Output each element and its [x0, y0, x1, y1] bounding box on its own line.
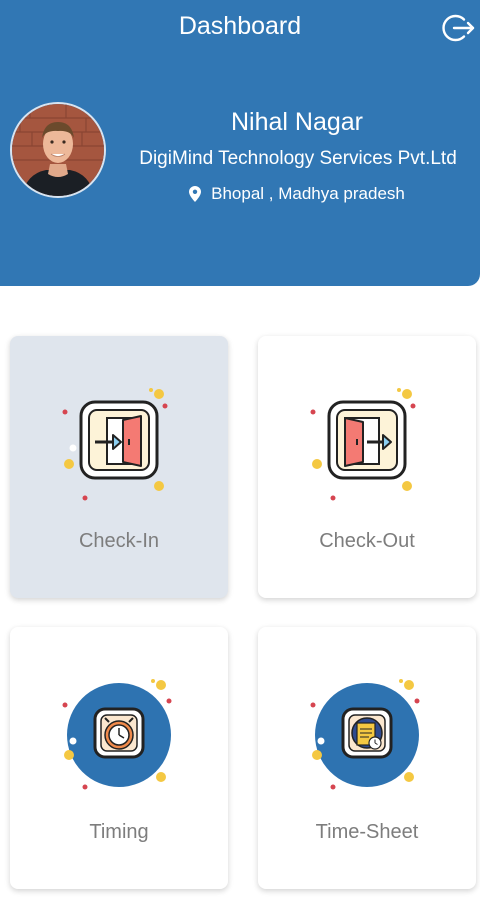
- check-in-door-icon: [62, 388, 168, 501]
- check-out-card[interactable]: Check-Out: [258, 336, 476, 598]
- location-text: Bhopal , Madhya pradesh: [211, 184, 405, 203]
- timing-card[interactable]: Timing: [10, 627, 228, 889]
- check-in-card[interactable]: Check-In: [10, 336, 228, 598]
- card-label: Check-In: [78, 530, 160, 552]
- dashboard-header: Dashboard Nihal Nagar DigiMind Technolog…: [0, 0, 480, 286]
- check-out-door-icon: [310, 388, 416, 501]
- logout-button[interactable]: [440, 10, 476, 46]
- timesheet-card[interactable]: Time-Sheet: [258, 627, 476, 889]
- avatar-photo: [12, 104, 104, 196]
- alarm-clock-icon: [62, 679, 172, 790]
- location: Bhopal , Madhya pradesh: [120, 184, 474, 204]
- avatar[interactable]: [10, 102, 106, 198]
- card-label: Time-Sheet: [315, 821, 419, 843]
- page-title: Dashboard: [178, 12, 302, 40]
- company-name: DigiMind Technology Services Pvt.Ltd: [139, 148, 457, 169]
- card-label: Timing: [89, 821, 149, 843]
- profile-name: Nihal Nagar: [230, 108, 363, 136]
- map-pin-icon: [189, 186, 202, 202]
- card-label: Check-Out: [319, 530, 415, 552]
- timesheet-icon: [310, 679, 420, 790]
- logout-icon: [442, 14, 475, 42]
